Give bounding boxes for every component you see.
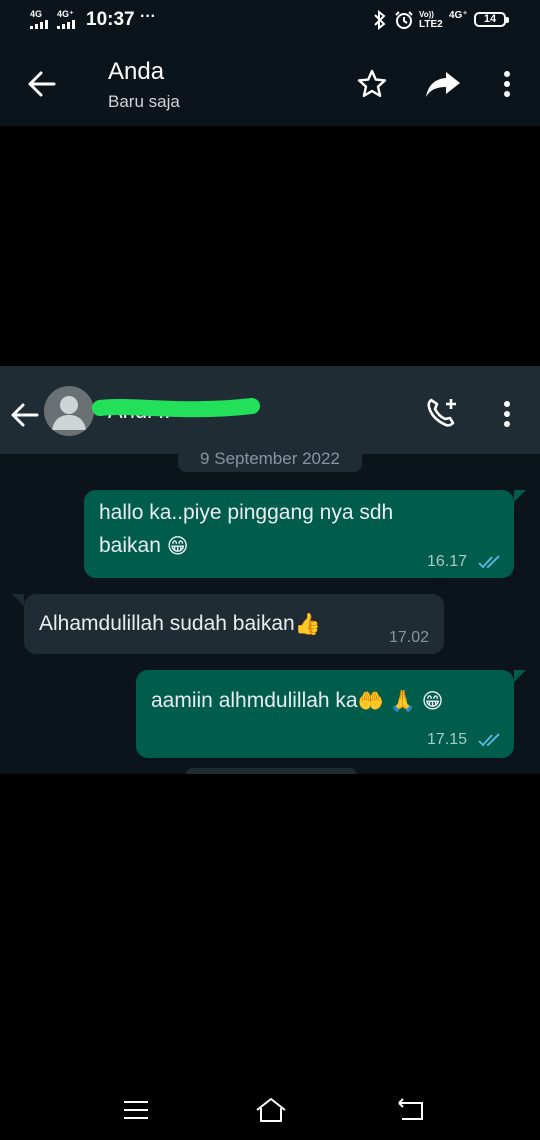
forward-icon[interactable] <box>424 68 462 100</box>
message-time: 16.17 <box>427 553 468 570</box>
message-text: aamiin alhmdulillah ka🤲 🙏 😁 <box>151 684 444 718</box>
bluetooth-icon <box>374 10 386 30</box>
read-ticks-icon <box>478 555 500 569</box>
back-arrow-icon[interactable] <box>26 70 58 98</box>
back-icon[interactable] <box>396 1098 426 1122</box>
message-time: 17.02 <box>389 629 430 646</box>
recent-apps-icon[interactable] <box>122 1099 150 1121</box>
default-avatar-icon <box>52 396 86 430</box>
home-icon[interactable] <box>254 1096 288 1124</box>
more-notifications-icon: ··· <box>140 8 156 25</box>
sent-time: Baru saja <box>108 92 180 111</box>
more-vertical-icon <box>504 401 510 427</box>
outgoing-message: hallo ka..piye pinggang nya sdh baikan 😁… <box>84 490 514 578</box>
star-icon[interactable] <box>356 68 388 100</box>
cropped-date-chip <box>186 768 356 774</box>
status-bar: 4G 4G⁺ 10:37 ··· Vo)) LTE2 4G⁺ 14 <box>0 0 540 42</box>
shared-image[interactable]: Andi .. 9 September 2022 hallo ka..piye … <box>0 366 540 774</box>
bubble-tail <box>514 490 526 502</box>
add-call-icon <box>427 398 456 427</box>
message-time: 17.15 <box>427 731 468 748</box>
date-separator: 9 September 2022 <box>178 452 362 472</box>
folded-hands-emoji: 🙏 <box>389 689 416 713</box>
bubble-tail <box>12 594 24 606</box>
read-ticks-icon <box>478 733 500 747</box>
battery-icon: 14 <box>474 12 509 27</box>
bubble-tail <box>514 670 526 682</box>
message-text: Alhamdulillah sudah baikan👍 <box>39 607 321 641</box>
more-vertical-icon[interactable] <box>496 68 518 100</box>
avatar <box>44 386 94 436</box>
chat-header: Andi .. <box>0 366 540 454</box>
grinning-emoji: 😁 <box>421 689 444 713</box>
network-type-2: 4G⁺ <box>57 9 74 19</box>
sender-name: Anda <box>108 58 165 85</box>
alarm-icon <box>395 11 413 29</box>
back-arrow-icon <box>11 403 39 427</box>
grinning-emoji: 😁 <box>166 534 189 558</box>
signal-icon <box>30 20 48 29</box>
outgoing-message: aamiin alhmdulillah ka🤲 🙏 😁 17.15 <box>136 670 514 758</box>
thumbs-up-emoji: 👍 <box>294 612 321 636</box>
palms-up-emoji: 🤲 <box>357 689 384 713</box>
navigation-bar <box>0 1080 540 1140</box>
network-type-3: 4G⁺ <box>449 10 468 21</box>
volte-indicator: Vo)) LTE2 <box>419 10 443 30</box>
network-type-1: 4G <box>30 9 43 19</box>
message-text: hallo ka..piye pinggang nya sdh baikan 😁 <box>99 496 393 563</box>
redaction-scribble <box>92 398 260 418</box>
signal-icon <box>57 20 75 29</box>
clock: 10:37 <box>86 9 135 30</box>
incoming-message: Alhamdulillah sudah baikan👍 17.02 <box>24 594 444 654</box>
media-viewer-toolbar: Anda Baru saja <box>0 42 540 126</box>
